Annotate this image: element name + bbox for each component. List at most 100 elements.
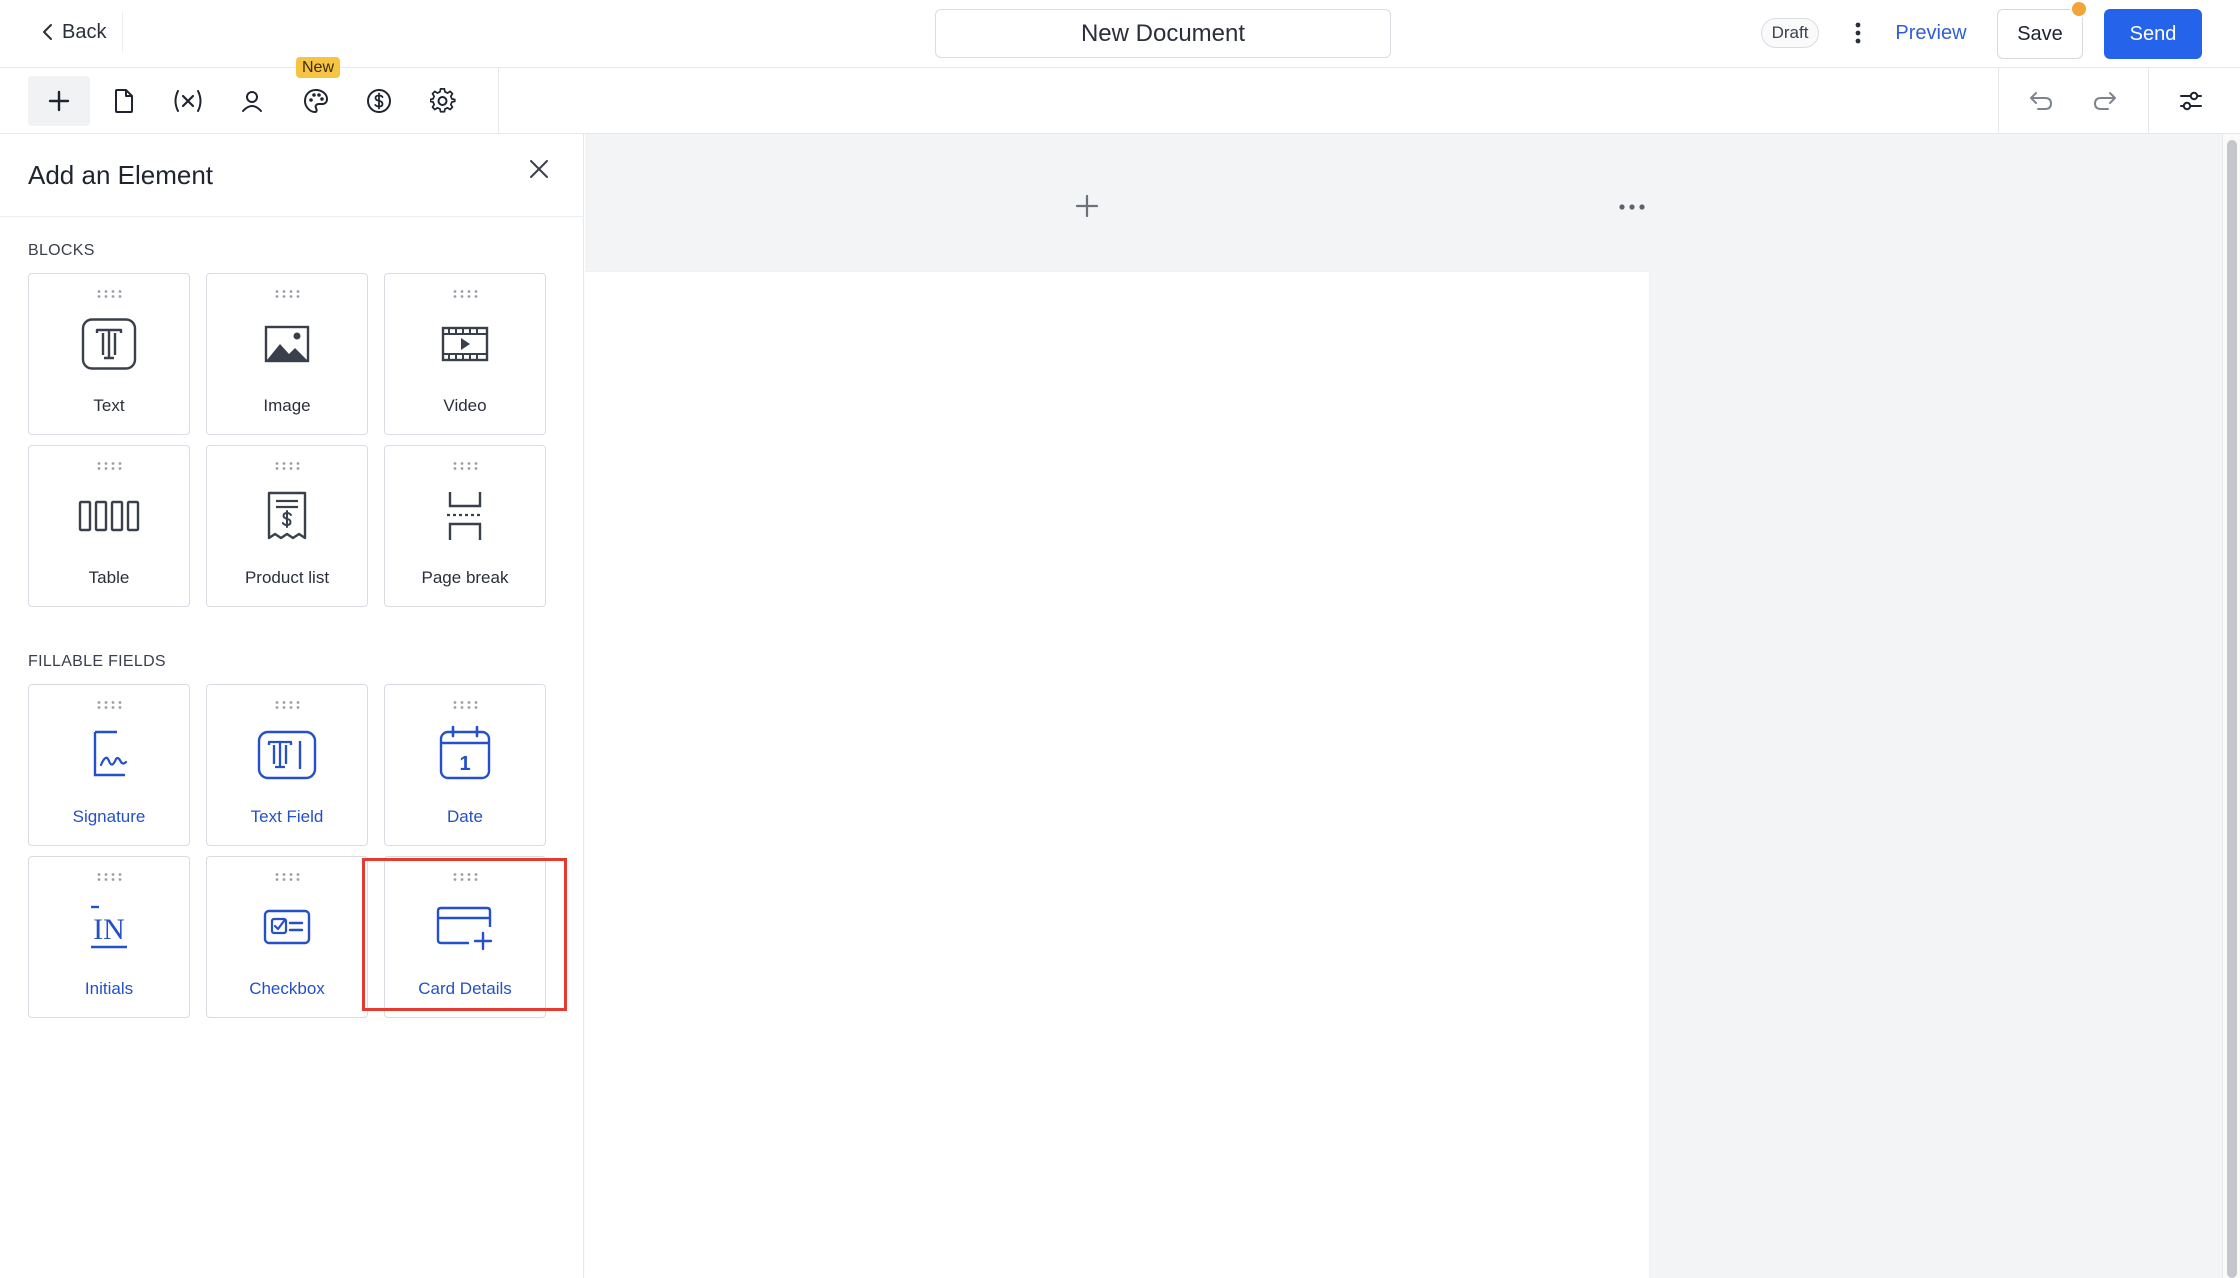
text-block-icon — [81, 318, 137, 370]
section-label-fillable-fields: FILLABLE FIELDS — [28, 653, 166, 670]
drag-handle-icon — [453, 290, 478, 298]
gear-icon — [430, 88, 456, 113]
element-tile-text-field[interactable]: Text Field — [206, 684, 368, 846]
element-tile-label: Date — [447, 807, 483, 826]
redo-icon — [2094, 92, 2116, 110]
element-tile-card-details[interactable]: Card Details — [384, 856, 546, 1018]
image-icon — [264, 325, 310, 363]
toolbar-divider — [498, 68, 499, 134]
redo-button[interactable] — [2074, 76, 2136, 126]
element-tile-video[interactable]: Video — [384, 273, 546, 435]
element-tile-product-list[interactable]: Product list — [206, 445, 368, 607]
drag-handle-icon — [275, 462, 300, 470]
signature-icon — [93, 730, 128, 777]
divider — [122, 12, 123, 52]
unsaved-indicator — [2070, 0, 2088, 18]
checkbox-icon — [263, 909, 311, 945]
initials-icon: IN — [91, 905, 127, 949]
vertical-scrollbar[interactable] — [2222, 134, 2240, 1278]
preview-button[interactable]: Preview — [1888, 14, 1974, 52]
variable-icon — [174, 90, 202, 112]
drag-handle-icon — [453, 873, 478, 881]
page-break-icon — [447, 492, 483, 540]
save-button[interactable]: Save — [1997, 9, 2083, 59]
pricing-tool[interactable] — [348, 76, 410, 126]
more-horizontal-icon — [1619, 204, 1645, 210]
element-tile-label: Checkbox — [249, 979, 325, 998]
recipients-tool[interactable] — [221, 76, 283, 126]
drag-handle-icon — [453, 701, 478, 709]
drag-handle-icon — [97, 873, 122, 881]
element-tile-label: Table — [88, 568, 130, 587]
variables-tool[interactable] — [157, 76, 219, 126]
document-title-input[interactable]: New Document — [935, 9, 1391, 58]
drag-handle-icon — [97, 701, 122, 709]
drag-handle-icon — [453, 462, 478, 470]
element-tile-label: Image — [263, 396, 311, 415]
element-tile-initials[interactable]: IN Initials — [28, 856, 190, 1018]
panel-settings-button[interactable] — [2160, 76, 2222, 126]
divider — [0, 216, 584, 217]
element-tile-label: Signature — [72, 807, 146, 826]
section-label-blocks: BLOCKS — [28, 242, 95, 259]
receipt-dollar-icon — [267, 491, 307, 540]
dollar-circle-icon — [367, 89, 391, 113]
panel-title: Add an Element — [28, 160, 214, 190]
add-section-button[interactable] — [1072, 191, 1102, 221]
element-tile-date[interactable]: 1 Date — [384, 684, 546, 846]
element-tile-label: Page break — [421, 568, 509, 587]
back-button[interactable]: Back — [40, 14, 106, 50]
element-tile-signature[interactable]: Signature — [28, 684, 190, 846]
element-tile-page-break[interactable]: Page break — [384, 445, 546, 607]
chevron-left-icon — [43, 24, 52, 40]
element-tile-label: Text Field — [250, 807, 324, 826]
new-badge: New — [296, 57, 340, 78]
document-tool[interactable] — [93, 76, 155, 126]
element-tile-checkbox[interactable]: Checkbox — [206, 856, 368, 1018]
element-tile-text[interactable]: Text — [28, 273, 190, 435]
toolbar-divider — [1998, 68, 1999, 134]
settings-tool[interactable] — [412, 76, 474, 126]
close-icon — [530, 160, 548, 178]
plus-icon — [48, 90, 70, 112]
scrollbar-thumb[interactable] — [2227, 140, 2237, 1278]
design-tool[interactable] — [285, 76, 347, 126]
element-tile-label: Product list — [244, 568, 330, 587]
element-tile-label: Initials — [84, 979, 134, 998]
add-element-panel: Add an Element BLOCKS Text Image Video T… — [0, 134, 584, 1278]
drag-handle-icon — [275, 290, 300, 298]
table-icon — [78, 500, 140, 532]
element-tile-label: Video — [443, 396, 487, 415]
element-tile-label: Card Details — [418, 979, 512, 998]
toolbar-divider — [2148, 68, 2149, 134]
person-icon — [242, 91, 262, 112]
add-element-tool[interactable] — [28, 76, 90, 126]
drag-handle-icon — [97, 462, 122, 470]
send-button[interactable]: Send — [2104, 9, 2202, 59]
element-tile-table[interactable]: Table — [28, 445, 190, 607]
back-label: Back — [62, 20, 107, 43]
sliders-icon — [2180, 91, 2202, 111]
drag-handle-icon — [275, 701, 300, 709]
palette-icon — [303, 88, 329, 114]
undo-button[interactable] — [2010, 76, 2072, 126]
initials-glyph: IN — [93, 913, 125, 946]
page-options-button[interactable] — [1617, 192, 1647, 222]
plus-icon — [1075, 194, 1099, 218]
document-canvas — [585, 134, 2222, 1278]
drag-handle-icon — [275, 873, 300, 881]
document-icon — [115, 89, 133, 113]
calendar-icon: 1 — [439, 725, 491, 780]
undo-icon — [2030, 92, 2052, 110]
document-page[interactable] — [585, 272, 1649, 1278]
more-options-icon[interactable] — [1846, 18, 1870, 48]
element-tile-label: Text — [93, 396, 125, 415]
text-field-icon — [257, 730, 317, 780]
close-panel-button[interactable] — [524, 154, 554, 184]
card-plus-icon — [436, 906, 493, 951]
calendar-day: 1 — [459, 753, 470, 775]
status-badge: Draft — [1761, 18, 1819, 48]
video-icon — [441, 326, 489, 362]
drag-handle-icon — [97, 290, 122, 298]
element-tile-image[interactable]: Image — [206, 273, 368, 435]
